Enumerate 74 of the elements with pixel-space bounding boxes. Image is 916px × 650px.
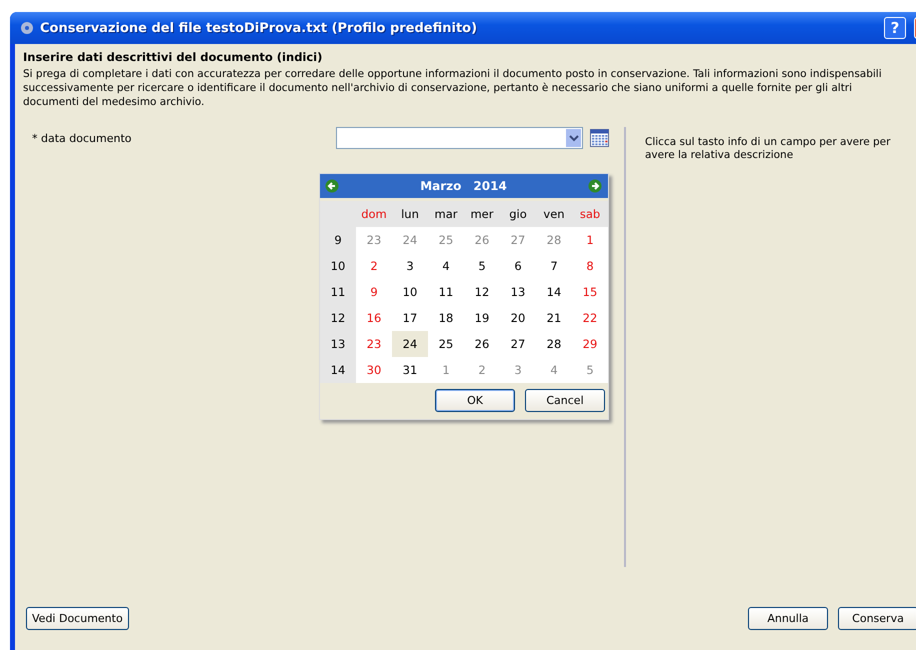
disc-icon <box>20 21 34 35</box>
day-cell[interactable]: 4 <box>428 253 464 279</box>
day-cell[interactable]: 3 <box>392 253 428 279</box>
day-cell[interactable]: 24 <box>392 227 428 253</box>
day-cell[interactable]: 5 <box>464 253 500 279</box>
weekday-label: lun <box>392 201 428 227</box>
day-cell[interactable]: 1 <box>428 357 464 383</box>
section-heading: Inserire dati descrittivi del documento (indici) <box>23 50 324 64</box>
day-cell[interactable]: 10 <box>392 279 428 305</box>
save-button[interactable]: Conserva <box>838 607 916 630</box>
day-cell[interactable]: 5 <box>572 357 608 383</box>
weekday-label: dom <box>356 201 392 227</box>
day-cell[interactable]: 2 <box>356 253 392 279</box>
day-cell[interactable]: 26 <box>464 227 500 253</box>
day-cell[interactable]: 11 <box>428 279 464 305</box>
day-cell[interactable]: 29 <box>572 331 608 357</box>
day-cell[interactable]: 2 <box>464 357 500 383</box>
day-cell[interactable]: 21 <box>536 305 572 331</box>
week-number: 11 <box>320 279 356 305</box>
day-cell[interactable]: 31 <box>392 357 428 383</box>
previous-arrow-icon[interactable] <box>325 179 339 193</box>
day-cell[interactable]: 7 <box>536 253 572 279</box>
calendar-icon[interactable] <box>590 129 609 147</box>
week-number: 13 <box>320 331 356 357</box>
day-cell[interactable]: 23 <box>356 227 392 253</box>
day-cell[interactable]: 25 <box>428 227 464 253</box>
day-cell[interactable]: 15 <box>572 279 608 305</box>
week-number: 10 <box>320 253 356 279</box>
day-cell[interactable]: 19 <box>464 305 500 331</box>
field-label: * data documento <box>32 132 132 144</box>
window-title: Conservazione del file testoDiProva.txt (Profilo predefinito) <box>40 20 478 36</box>
description-text: Si prega di completare i dati con accuratezza per corredare delle opportune informazioni il documento posto in conservazione. Tali informazioni sono indispensabili successivamente per ricercare o identificare il documento nell'archivio di conservazione, pertanto è necessario che siano uniformi a quelle fornite per gli altri documenti del medesimo archivio. <box>23 67 883 109</box>
day-cell[interactable]: 23 <box>356 331 392 357</box>
day-cell[interactable]: 14 <box>536 279 572 305</box>
help-button[interactable]: ? <box>884 17 906 39</box>
next-arrow-icon[interactable] <box>588 179 602 193</box>
day-cell[interactable]: 26 <box>464 331 500 357</box>
month-selector[interactable]: Marzo <box>420 179 462 193</box>
chevron-down-icon[interactable] <box>568 134 578 142</box>
day-cell[interactable]: 6 <box>500 253 536 279</box>
cancel-button[interactable]: Cancel <box>525 389 605 412</box>
weekday-label: gio <box>500 201 536 227</box>
day-cell[interactable]: 16 <box>356 305 392 331</box>
day-cell[interactable]: 9 <box>356 279 392 305</box>
cancel-button[interactable]: Annulla <box>748 607 828 630</box>
day-cell[interactable]: 1 <box>572 227 608 253</box>
day-cell[interactable]: 28 <box>536 331 572 357</box>
day-cell[interactable]: 8 <box>572 253 608 279</box>
year-label[interactable]: 2014 <box>473 179 507 193</box>
date-field[interactable] <box>336 127 583 149</box>
day-cell[interactable]: 27 <box>500 227 536 253</box>
weekday-label: mer <box>464 201 500 227</box>
day-cell[interactable]: 17 <box>392 305 428 331</box>
weekday-label: mar <box>428 201 464 227</box>
day-cell[interactable]: 12 <box>464 279 500 305</box>
week-number: 12 <box>320 305 356 331</box>
day-cell[interactable]: 20 <box>500 305 536 331</box>
info-text: Clicca sul tasto info di un campo per avere per avere la relativa descrizione <box>645 136 892 162</box>
weekday-label: ven <box>536 201 572 227</box>
dropdown-button[interactable] <box>566 129 581 147</box>
day-cell[interactable]: 18 <box>428 305 464 331</box>
day-cell[interactable]: 25 <box>428 331 464 357</box>
ok-button[interactable]: OK <box>435 389 515 412</box>
week-number: 9 <box>320 227 356 253</box>
view-document-button[interactable]: Vedi Documento <box>26 607 129 630</box>
day-cell[interactable]: 27 <box>500 331 536 357</box>
day-cell[interactable]: 3 <box>500 357 536 383</box>
day-cell[interactable]: 28 <box>536 227 572 253</box>
day-cell[interactable]: 13 <box>500 279 536 305</box>
day-cell[interactable]: 4 <box>536 357 572 383</box>
weekday-label: sab <box>572 201 608 227</box>
day-cell[interactable]: 30 <box>356 357 392 383</box>
week-number: 14 <box>320 357 356 383</box>
day-cell[interactable]: 22 <box>572 305 608 331</box>
